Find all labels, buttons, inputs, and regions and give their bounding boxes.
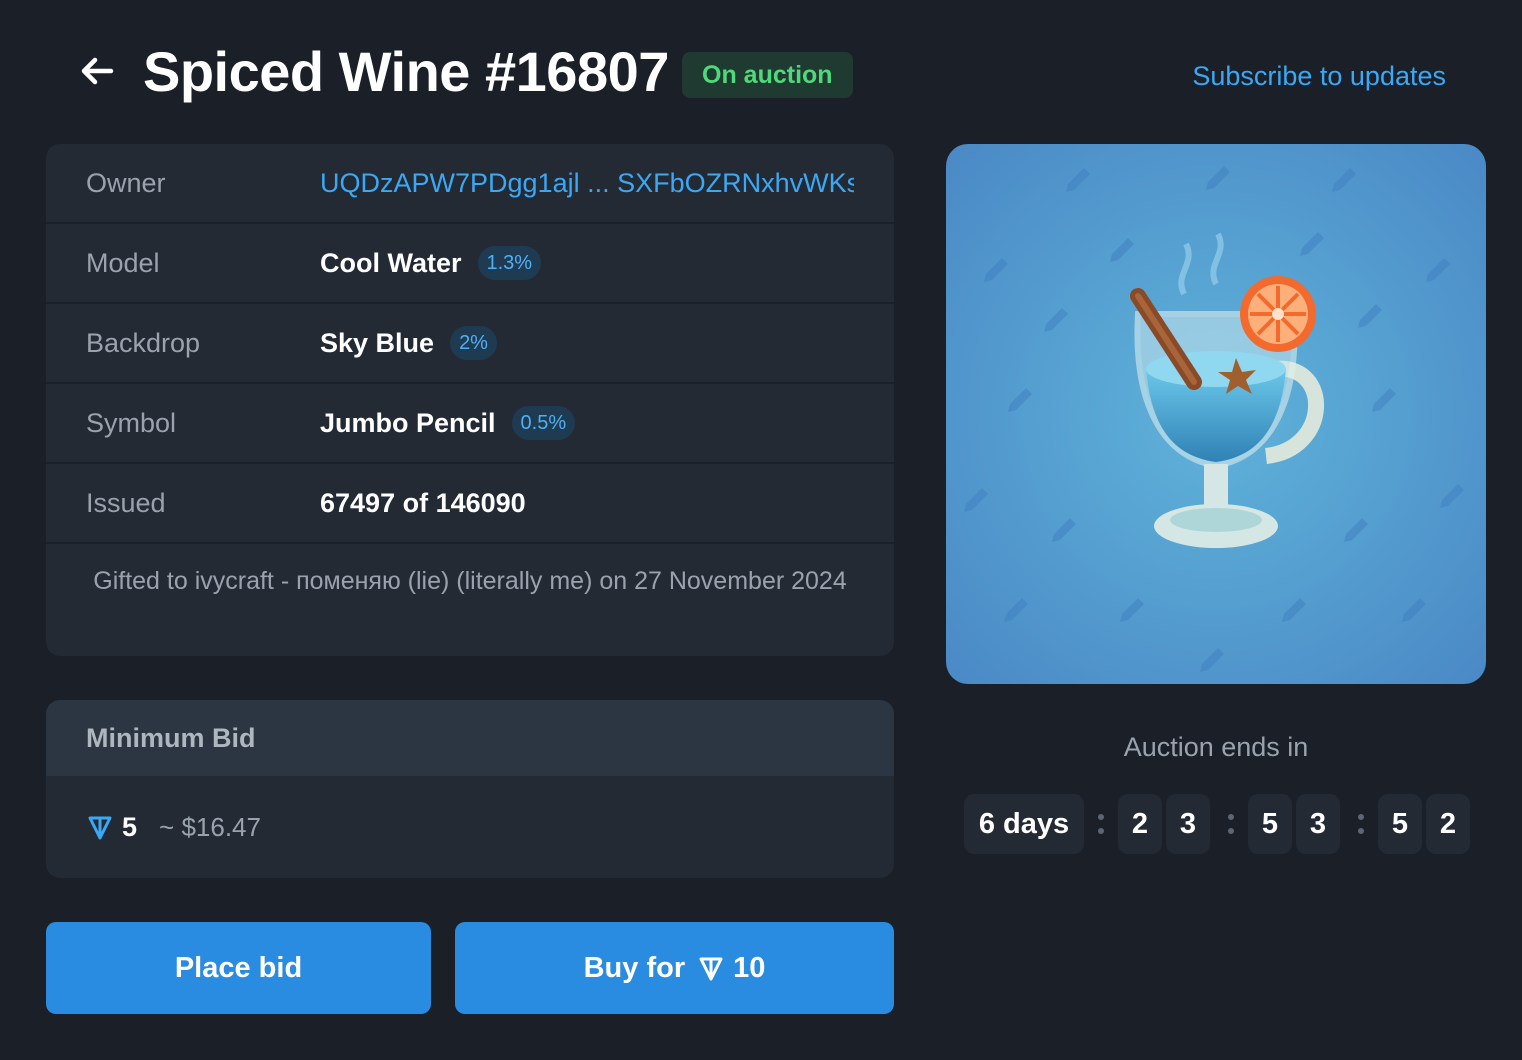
ton-icon [88, 816, 112, 840]
back-button[interactable] [74, 48, 120, 94]
owner-row: Owner UQDzAPW7PDgg1ajl ... SXFbOZRNxhvWK… [46, 144, 894, 224]
issued-value: 67497 of 146090 [320, 487, 526, 518]
arrow-left-icon [81, 57, 114, 85]
page-header: Spiced Wine #16807 On auction Subscribe … [0, 0, 1522, 144]
backdrop-value: Sky Blue [320, 327, 435, 358]
countdown-days: 6 days [964, 794, 1084, 854]
model-row: Model Cool Water 1.3% [46, 224, 894, 304]
backdrop-row: Backdrop Sky Blue 2% [46, 304, 894, 384]
backdrop-label: Backdrop [86, 327, 201, 358]
auction-ends-label: Auction ends in [1123, 732, 1309, 762]
model-rarity-badge: 1.3% [477, 246, 542, 280]
buy-now-button[interactable]: Buy for 10 [455, 922, 894, 1014]
minimum-bid-amount: 5 [122, 811, 138, 842]
model-label: Model [86, 247, 160, 278]
issued-label: Issued [86, 487, 166, 518]
symbol-label: Symbol [86, 407, 177, 438]
countdown-hours-ones: 3 [1166, 794, 1210, 854]
place-bid-label: Place bid [174, 951, 303, 984]
issued-row: Issued 67497 of 146090 [46, 464, 894, 544]
countdown-seconds-tens: 5 [1378, 794, 1422, 854]
buy-amount: 10 [733, 951, 766, 984]
page-title: Spiced Wine #16807 [143, 40, 669, 103]
minimum-bid-title: Minimum Bid [46, 700, 894, 776]
symbol-row: Symbol Jumbo Pencil 0.5% [46, 384, 894, 464]
countdown-separator [1214, 794, 1248, 854]
model-value-group: Cool Water 1.3% [320, 246, 854, 280]
minimum-bid-body: 5 ~ $16.47 [46, 776, 894, 878]
owner-address-link[interactable]: UQDzAPW7PDgg1ajl ... SXFbOZRNxhvWKsD [320, 168, 854, 199]
ton-icon [699, 957, 723, 981]
countdown-separator [1084, 794, 1118, 854]
model-value: Cool Water [320, 247, 462, 278]
symbol-value-group: Jumbo Pencil 0.5% [320, 406, 854, 440]
countdown-seconds-ones: 2 [1426, 794, 1470, 854]
countdown-minutes-tens: 5 [1248, 794, 1292, 854]
subscribe-link[interactable]: Subscribe to updates [1192, 56, 1446, 96]
place-bid-button[interactable]: Place bid [46, 922, 431, 1014]
gift-info-table: Owner UQDzAPW7PDgg1ajl ... SXFbOZRNxhvWK… [46, 144, 894, 656]
owner-label: Owner [86, 167, 166, 198]
gift-auction-page: Spiced Wine #16807 On auction Subscribe … [0, 0, 1522, 1060]
auction-countdown: 6 days 2 3 5 3 5 2 [964, 794, 1474, 854]
gift-image [946, 144, 1486, 684]
countdown-hours-tens: 2 [1118, 794, 1162, 854]
symbol-value: Jumbo Pencil [320, 407, 496, 438]
buy-label: Buy for [583, 951, 686, 984]
symbol-rarity-badge: 0.5% [511, 406, 576, 440]
countdown-minutes-ones: 3 [1296, 794, 1340, 854]
minimum-bid-usd: ~ $16.47 [159, 811, 261, 842]
spiced-wine-glass-illustration [946, 144, 1486, 684]
gift-note: Gifted to ivycraft - поменяю (lie) (lite… [93, 567, 847, 595]
status-badge: On auction [682, 52, 853, 98]
minimum-bid-card: Minimum Bid 5 ~ $16.47 [46, 700, 894, 878]
backdrop-rarity-badge: 2% [450, 326, 497, 360]
backdrop-value-group: Sky Blue 2% [320, 326, 854, 360]
countdown-separator [1344, 794, 1378, 854]
